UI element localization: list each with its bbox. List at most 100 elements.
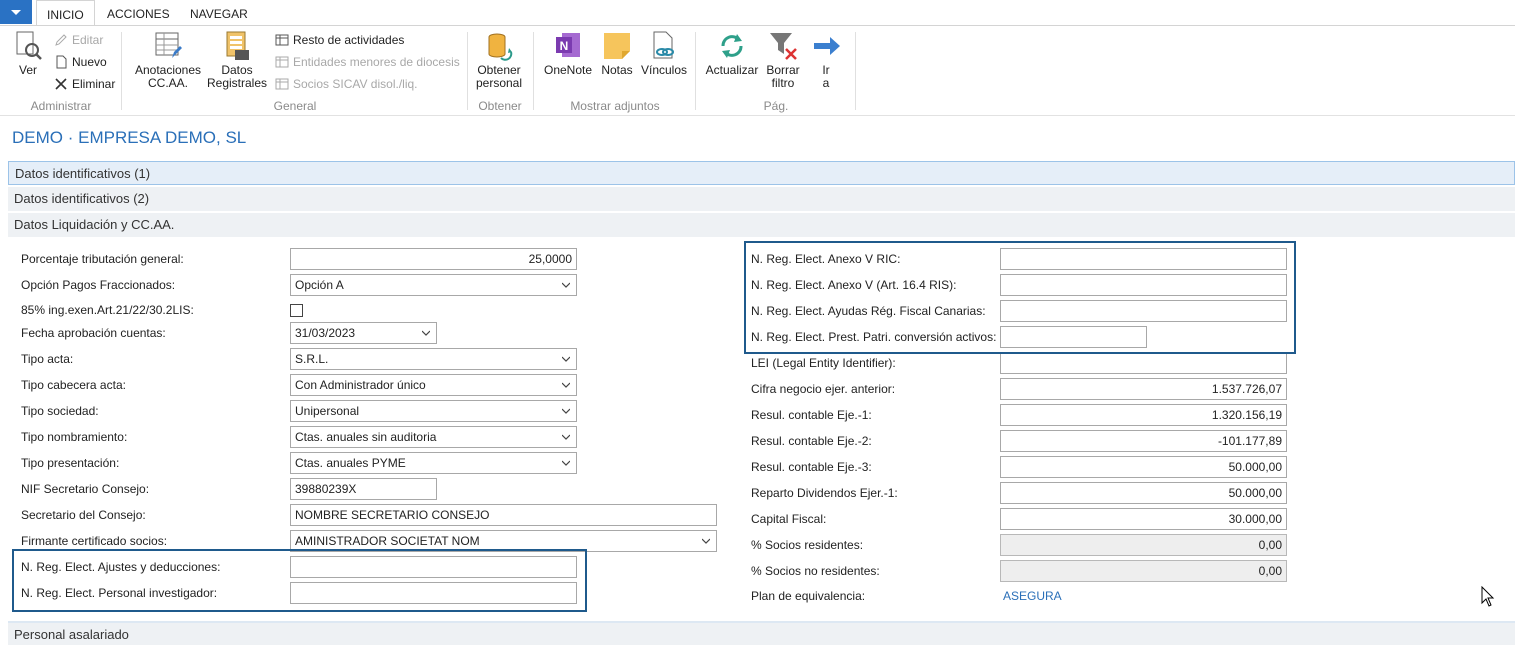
anotaciones-ccaa-button[interactable]: Anotaciones CC.AA. <box>134 30 202 90</box>
ver-button[interactable]: Ver <box>12 30 44 77</box>
field-label: Tipo presentación: <box>21 456 120 470</box>
database-arrow-icon <box>483 30 515 61</box>
field-label: Porcentaje tributación general: <box>21 252 184 266</box>
obtener-personal-button[interactable]: Obtener personal <box>472 30 526 90</box>
eliminar-label: Eliminar <box>72 77 116 91</box>
notas-button[interactable]: Notas <box>598 30 636 77</box>
table-icon <box>275 77 289 91</box>
field-label: Capital Fiscal: <box>751 512 827 526</box>
view-document-icon <box>12 30 44 60</box>
fecha-aprobacion-input[interactable]: 31/03/2023 <box>290 322 437 344</box>
field-label: Plan de equivalencia: <box>751 589 866 603</box>
plan-equivalencia-link[interactable]: ASEGURA <box>1003 589 1062 603</box>
clear-filter-icon <box>767 30 799 60</box>
tab-acciones[interactable]: ACCIONES <box>97 0 180 26</box>
field-label: LEI (Legal Entity Identifier): <box>751 356 896 370</box>
socios-no-residentes-readonly: 0,00 <box>1000 560 1287 582</box>
ir-a-button[interactable]: Ir a <box>810 30 842 90</box>
field-label: Tipo cabecera acta: <box>21 378 126 392</box>
datos-registrales-button[interactable]: Datos Registrales <box>206 30 268 90</box>
field-label: Resul. contable Eje.-1: <box>751 408 872 422</box>
highlight-box <box>12 549 587 612</box>
application-menu-button[interactable] <box>0 0 32 24</box>
chevron-down-icon <box>562 434 570 440</box>
ribbon-separator <box>855 32 856 110</box>
notas-label: Notas <box>601 63 633 77</box>
delete-x-icon <box>54 77 68 91</box>
tipo-sociedad-select[interactable]: Unipersonal <box>290 400 577 422</box>
field-label: Resul. contable Eje.-2: <box>751 434 872 448</box>
nif-secretario-input[interactable]: 39880239X <box>290 478 437 500</box>
section-datos-identificativos-2[interactable]: Datos identificativos (2) <box>8 187 1515 211</box>
table-icon <box>275 33 289 47</box>
chevron-down-icon <box>562 282 570 288</box>
editar-button[interactable]: Editar <box>54 31 103 49</box>
obtener-label-1: Obtener <box>477 63 521 77</box>
group-label-administrar: Administrar <box>30 99 92 113</box>
ing-exen-checkbox[interactable] <box>290 304 303 317</box>
resto-label: Resto de actividades <box>293 33 405 47</box>
resul-contable-1-input[interactable]: 1.320.156,19 <box>1000 404 1287 426</box>
onenote-icon: N <box>552 30 584 60</box>
resto-actividades-button[interactable]: Resto de actividades <box>275 31 404 49</box>
porcentaje-tributacion-input[interactable]: 25,0000 <box>290 248 577 270</box>
actualizar-label: Actualizar <box>705 63 759 77</box>
select-value: AMINISTRADOR SOCIETAT NOM <box>295 534 480 548</box>
vinculos-button[interactable]: Vínculos <box>640 30 688 77</box>
chevron-down-icon <box>422 330 430 336</box>
field-label: Fecha aprobación cuentas: <box>21 326 166 340</box>
socios-residentes-readonly: 0,00 <box>1000 534 1287 556</box>
field-label: Cifra negocio ejer. anterior: <box>751 382 896 396</box>
section-personal-asalariado[interactable]: Personal asalariado <box>8 621 1515 645</box>
ribbon-separator <box>121 32 122 110</box>
field-label: Reparto Dividendos Ejer.-1: <box>751 486 898 500</box>
actualizar-button[interactable]: Actualizar <box>704 30 760 77</box>
reparto-dividendos-input[interactable]: 50.000,00 <box>1000 482 1287 504</box>
field-label: Firmante certificado socios: <box>21 534 168 548</box>
secretario-consejo-input[interactable]: NOMBRE SECRETARIO CONSEJO <box>290 504 717 526</box>
chevron-down-icon <box>562 408 570 414</box>
refresh-icon <box>716 30 748 60</box>
field-label: NIF Secretario Consejo: <box>21 482 150 496</box>
datos-label-1: Datos <box>221 63 253 77</box>
cifra-negocio-input[interactable]: 1.537.726,07 <box>1000 378 1287 400</box>
tipo-presentacion-select[interactable]: Ctas. anuales PYME <box>290 452 577 474</box>
borrar-filtro-button[interactable]: Borrar filtro <box>764 30 802 90</box>
tipo-cabecera-select[interactable]: Con Administrador único <box>290 374 577 396</box>
tab-inicio[interactable]: INICIO <box>36 0 95 26</box>
table-icon <box>275 55 289 69</box>
resul-contable-2-input[interactable]: -101.177,89 <box>1000 430 1287 452</box>
section-datos-identificativos-1[interactable]: Datos identificativos (1) <box>8 161 1515 185</box>
nuevo-button[interactable]: Nuevo <box>54 53 107 71</box>
socios-label: Socios SICAV disol./liq. <box>293 77 418 91</box>
entidades-label: Entidades menores de diocesis <box>293 55 460 69</box>
socios-sicav-button[interactable]: Socios SICAV disol./liq. <box>275 75 418 93</box>
new-document-icon <box>54 55 68 69</box>
field-label: % Socios no residentes: <box>751 564 880 578</box>
capital-fiscal-input[interactable]: 30.000,00 <box>1000 508 1287 530</box>
anotaciones-label-2: CC.AA. <box>147 76 188 90</box>
resul-contable-3-input[interactable]: 50.000,00 <box>1000 456 1287 478</box>
group-label-mostrar-adjuntos: Mostrar adjuntos <box>570 99 660 113</box>
chevron-down-icon <box>562 356 570 362</box>
mouse-cursor-icon <box>1481 586 1495 607</box>
date-value: 31/03/2023 <box>295 326 356 340</box>
opcion-pagos-select[interactable]: Opción A <box>290 274 577 296</box>
select-value: Ctas. anuales PYME <box>295 456 406 470</box>
tab-navegar[interactable]: NAVEGAR <box>180 0 258 26</box>
eliminar-button[interactable]: Eliminar <box>54 75 115 93</box>
lei-input[interactable] <box>1000 352 1287 374</box>
field-label: Tipo sociedad: <box>21 404 99 418</box>
ribbon-separator <box>467 32 468 110</box>
table-edit-icon <box>152 30 184 60</box>
onenote-label: OneNote <box>543 63 593 77</box>
group-label-obtener: Obtener <box>478 99 522 113</box>
tipo-nombramiento-select[interactable]: Ctas. anuales sin auditoria <box>290 426 577 448</box>
vinculos-label: Vínculos <box>640 63 688 77</box>
entidades-menores-button[interactable]: Entidades menores de diocesis <box>275 53 460 71</box>
field-label: % Socios residentes: <box>751 538 864 552</box>
section-datos-liquidacion[interactable]: Datos Liquidación y CC.AA. <box>8 213 1515 237</box>
svg-text:N: N <box>560 39 569 53</box>
tipo-acta-select[interactable]: S.R.L. <box>290 348 577 370</box>
onenote-button[interactable]: N OneNote <box>541 30 595 77</box>
